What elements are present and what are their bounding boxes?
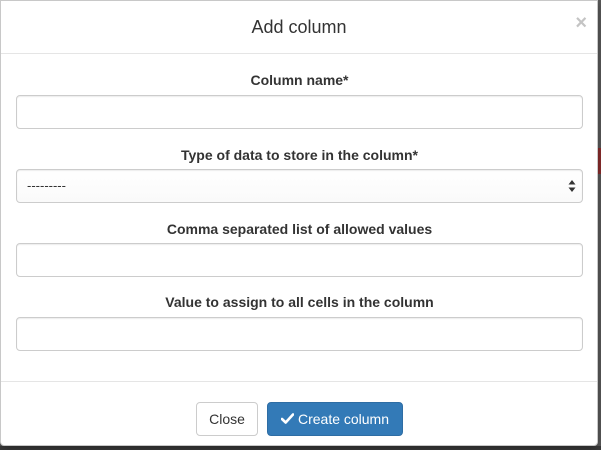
modal-footer: Close Create column: [1, 381, 597, 447]
data-type-label: Type of data to store in the column*: [181, 147, 418, 163]
create-column-label: Create column: [297, 411, 390, 427]
close-button-label: Close: [209, 411, 245, 427]
allowed-values-label: Comma separated list of allowed values: [166, 221, 433, 237]
add-column-modal: Add column × Column name* Type of data t…: [0, 0, 598, 446]
column-name-group: Column name*: [16, 71, 583, 129]
close-button[interactable]: Close: [196, 402, 258, 436]
create-column-button[interactable]: Create column: [267, 402, 403, 436]
data-type-group: Type of data to store in the column* ---…: [16, 146, 583, 203]
check-icon: [280, 413, 294, 425]
column-name-input[interactable]: [16, 95, 583, 129]
data-type-selected-value: ---------: [27, 178, 66, 193]
column-name-label: Column name*: [250, 72, 349, 88]
initial-value-group: Value to assign to all cells in the colu…: [16, 293, 583, 351]
select-arrows-icon: [568, 180, 576, 192]
modal-title: Add column: [251, 17, 347, 37]
modal-header: Add column ×: [1, 1, 597, 54]
data-type-select[interactable]: ---------: [16, 169, 583, 203]
close-icon[interactable]: ×: [575, 13, 587, 33]
allowed-values-group: Comma separated list of allowed values: [16, 220, 583, 277]
initial-value-input[interactable]: [16, 317, 583, 351]
initial-value-label: Value to assign to all cells in the colu…: [165, 294, 434, 310]
allowed-values-input[interactable]: [16, 243, 583, 277]
